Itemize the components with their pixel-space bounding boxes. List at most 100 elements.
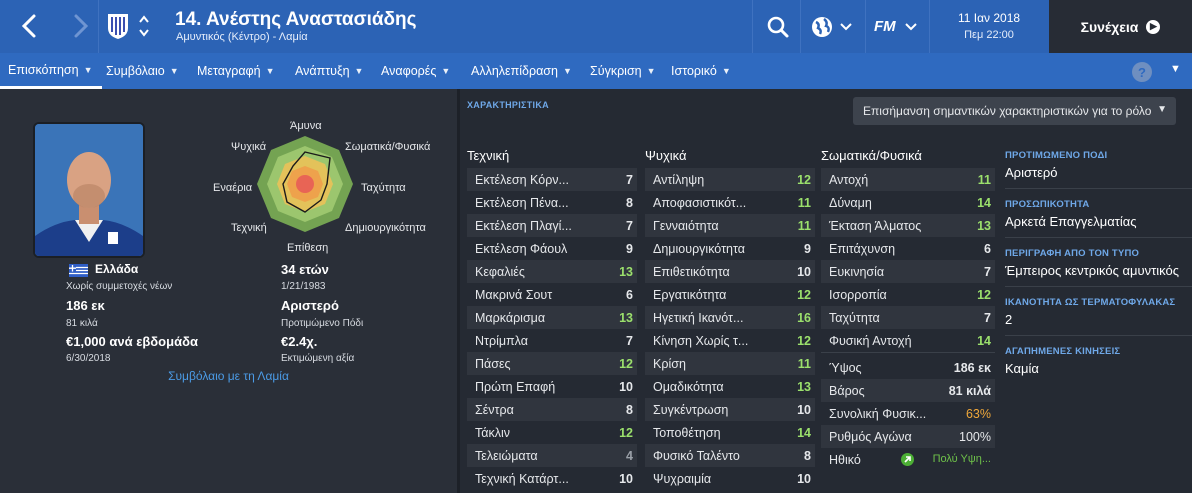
attribute-row[interactable]: Κεφαλιές 13 bbox=[467, 260, 637, 283]
attribute-row[interactable]: Σέντρα 8 bbox=[467, 398, 637, 421]
chevron-down-icon: ▼ bbox=[441, 66, 451, 76]
attribute-row[interactable]: Τοποθέτηση 14 bbox=[645, 421, 815, 444]
attribute-name: Ηγετική Ικανότ... bbox=[653, 311, 744, 325]
attribute-name: Μακρινά Σουτ bbox=[475, 288, 553, 302]
tab-comparison[interactable]: Σύγκριση ▼ bbox=[590, 53, 656, 89]
player-overview-screen: 14. Ανέστης Αναστασιάδης Αμυντικός (Κέντ… bbox=[0, 0, 1192, 493]
search-icon[interactable] bbox=[765, 14, 791, 40]
chevron-down-icon: ▼ bbox=[354, 66, 364, 76]
attribute-row[interactable]: Τελειώματα 4 bbox=[467, 444, 637, 467]
attribute-value: 11 bbox=[797, 357, 811, 371]
highlight-role-dropdown[interactable]: Επισήμανση σημαντικών χαρακτηριστικών γι… bbox=[853, 97, 1176, 125]
globe-icon[interactable] bbox=[810, 14, 856, 40]
attribute-row[interactable]: Εκτέλεση Φάουλ 9 bbox=[467, 237, 637, 260]
attribute-value: 10 bbox=[619, 380, 633, 394]
extra-name: Ρυθμός Αγώνα bbox=[829, 430, 912, 444]
attribute-row[interactable]: Ομαδικότητα 13 bbox=[645, 375, 815, 398]
divider bbox=[821, 352, 995, 353]
contract-link[interactable]: Συμβόλαιο με τη Λαμία bbox=[0, 369, 457, 383]
wage-value: €1,000 ανά εβδομάδα bbox=[66, 334, 198, 349]
attribute-name: Εκτέλεση Κόρν... bbox=[475, 173, 569, 187]
attribute-value: 13 bbox=[797, 380, 811, 394]
attribute-name: Γενναιότητα bbox=[653, 219, 719, 233]
contract-end: 6/30/2018 bbox=[66, 353, 111, 364]
attribute-row[interactable]: Τάκλιν 12 bbox=[467, 421, 637, 444]
attribute-row[interactable]: Ευκινησία 7 bbox=[821, 260, 995, 283]
foot-value: Αριστερό bbox=[281, 298, 339, 313]
forward-arrow-icon[interactable] bbox=[64, 10, 96, 42]
technical-column-title: Τεχνική bbox=[467, 148, 510, 163]
attribute-row[interactable]: Ηγετική Ικανότ... 16 bbox=[645, 306, 815, 329]
attribute-row[interactable]: Αποφασιστικότ... 11 bbox=[645, 191, 815, 214]
attribute-row[interactable]: Συγκέντρωση 10 bbox=[645, 398, 815, 421]
attribute-row[interactable]: Εκτέλεση Πένα... 8 bbox=[467, 191, 637, 214]
attribute-row[interactable]: Εκτέλεση Πλαγί... 7 bbox=[467, 214, 637, 237]
up-down-icon[interactable] bbox=[137, 12, 151, 40]
attribute-value: 8 bbox=[804, 449, 811, 463]
tab-interaction[interactable]: Αλληλεπίδραση ▼ bbox=[471, 53, 572, 89]
attribute-row[interactable]: Δύναμη 14 bbox=[821, 191, 995, 214]
attribute-row[interactable]: Κρίση 11 bbox=[645, 352, 815, 375]
chevron-down-icon[interactable]: ▼ bbox=[1170, 63, 1181, 75]
tab-history[interactable]: Ιστορικό ▼ bbox=[671, 53, 731, 89]
attribute-row[interactable]: Κίνηση Χωρίς τ... 12 bbox=[645, 329, 815, 352]
back-arrow-icon[interactable] bbox=[14, 10, 46, 42]
tab-label: Αλληλεπίδραση bbox=[471, 64, 558, 78]
attribute-row[interactable]: Μακρινά Σουτ 6 bbox=[467, 283, 637, 306]
attribute-row[interactable]: Μαρκάρισμα 13 bbox=[467, 306, 637, 329]
attribute-row[interactable]: Εκτέλεση Κόρν... 7 bbox=[467, 168, 637, 191]
club-crest-icon[interactable] bbox=[105, 12, 131, 40]
attribute-row[interactable]: Εργατικότητα 12 bbox=[645, 283, 815, 306]
goalkeeping-ability-title: ΙΚΑΝΟΤΗΤΑ ΩΣ ΤΕΡΜΑΤΟΦΥΛΑΚΑΣ bbox=[1005, 297, 1176, 308]
preferred-moves-title: ΑΓΑΠΗΜΕΝΕΣ ΚΙΝΗΣΕΙΣ bbox=[1005, 346, 1121, 357]
game-date-box[interactable]: 11 Ιαν 2018 Πεμ 22:00 bbox=[930, 0, 1048, 53]
preferred-moves-value: Καμία bbox=[1005, 361, 1039, 376]
preferred-foot-value: Αριστερό bbox=[1005, 165, 1058, 180]
fm-logo-icon[interactable]: FM bbox=[872, 14, 922, 40]
radar-label-technique: Τεχνική bbox=[231, 222, 267, 234]
tab-transfer[interactable]: Μεταγραφή ▼ bbox=[197, 53, 275, 89]
attribute-row[interactable]: Ψυχραιμία 10 bbox=[645, 467, 815, 490]
foot-label: Προτιμώμενο Πόδι bbox=[281, 318, 364, 329]
attribute-row[interactable]: Τεχνική Κατάρτ... 10 bbox=[467, 467, 637, 490]
attribute-row[interactable]: Αντίληψη 12 bbox=[645, 168, 815, 191]
attribute-row[interactable]: Έκταση Άλματος 13 bbox=[821, 214, 995, 237]
physical-extra-row: Βάρος 81 κιλά bbox=[821, 379, 995, 402]
height-value: 186 εκ bbox=[66, 298, 105, 313]
highlight-label: Επισήμανση σημαντικών χαρακτηριστικών γι… bbox=[863, 104, 1152, 118]
help-icon[interactable]: ? bbox=[1132, 62, 1152, 82]
radar-label-defending: Άμυνα bbox=[290, 120, 322, 132]
attribute-row[interactable]: Δημιουργικότητα 9 bbox=[645, 237, 815, 260]
attribute-row[interactable]: Ταχύτητα 7 bbox=[821, 306, 995, 329]
extra-name: Συνολική Φυσικ... bbox=[829, 407, 927, 421]
attribute-radar-chart bbox=[255, 134, 355, 234]
attribute-name: Πάσες bbox=[475, 357, 511, 371]
attribute-name: Έκταση Άλματος bbox=[829, 219, 922, 233]
tab-development[interactable]: Ανάπτυξη ▼ bbox=[295, 53, 363, 89]
extra-value: 81 κιλά bbox=[948, 384, 991, 398]
game-date: 11 Ιαν 2018 bbox=[957, 11, 1021, 25]
continue-button[interactable]: Συνέχεια ▶ bbox=[1049, 0, 1192, 53]
tab-contract[interactable]: Συμβόλαιο ▼ bbox=[106, 53, 179, 89]
attribute-row[interactable]: Επιθετικότητα 10 bbox=[645, 260, 815, 283]
attribute-row[interactable]: Ισορροπία 12 bbox=[821, 283, 995, 306]
chevron-down-icon: ▼ bbox=[265, 66, 275, 76]
tab-reports[interactable]: Αναφορές ▼ bbox=[381, 53, 450, 89]
attribute-value: 12 bbox=[797, 173, 811, 187]
attribute-row[interactable]: Πρώτη Επαφή 10 bbox=[467, 375, 637, 398]
attribute-row[interactable]: Πάσες 12 bbox=[467, 352, 637, 375]
tab-label: Συμβόλαιο bbox=[106, 64, 165, 78]
tab-label: Ανάπτυξη bbox=[295, 64, 350, 78]
attribute-value: 7 bbox=[626, 334, 633, 348]
attribute-row[interactable]: Γενναιότητα 11 bbox=[645, 214, 815, 237]
attribute-row[interactable]: Φυσική Αντοχή 14 bbox=[821, 329, 995, 352]
attribute-name: Κίνηση Χωρίς τ... bbox=[653, 334, 749, 348]
attribute-row[interactable]: Φυσικό Ταλέντο 8 bbox=[645, 444, 815, 467]
attribute-value: 11 bbox=[797, 219, 811, 233]
tab-overview[interactable]: Επισκόπηση ▼ bbox=[0, 53, 102, 89]
attribute-row[interactable]: Επιτάχυνση 6 bbox=[821, 237, 995, 260]
attribute-row[interactable]: Αντοχή 11 bbox=[821, 168, 995, 191]
attribute-value: 10 bbox=[619, 472, 633, 486]
attribute-value: 6 bbox=[626, 288, 633, 302]
attribute-row[interactable]: Ντρίμπλα 7 bbox=[467, 329, 637, 352]
